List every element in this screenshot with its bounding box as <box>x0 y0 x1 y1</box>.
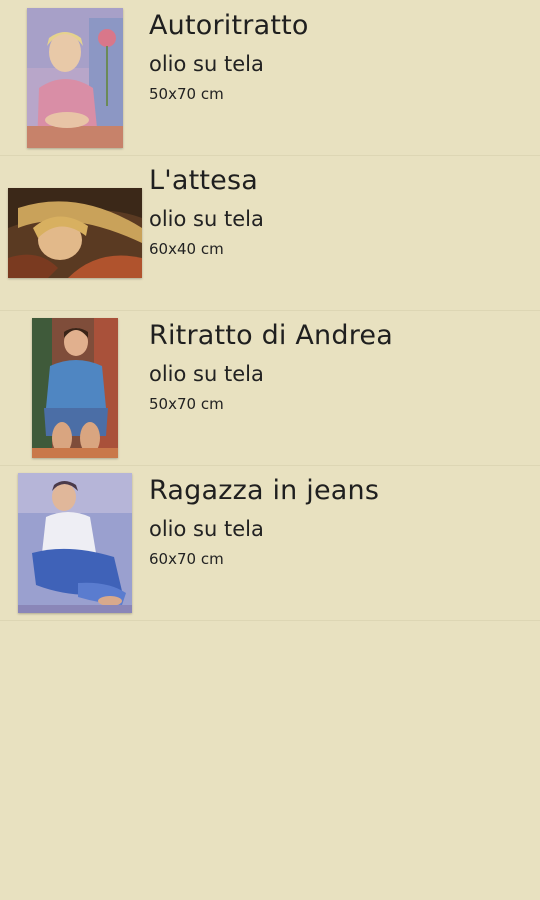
artwork-row-ritratto-di-andrea[interactable]: Ritratto di Andrea olio su tela 50x70 cm <box>0 310 540 466</box>
artwork-thumbnail-ritratto-di-andrea[interactable] <box>32 318 118 458</box>
artwork-size: 50x70 cm <box>149 85 224 103</box>
artwork-size: 60x70 cm <box>149 550 224 568</box>
artwork-thumbnail-autoritratto[interactable] <box>27 8 123 148</box>
artwork-title: Autoritratto <box>149 10 309 41</box>
artwork-medium: olio su tela <box>149 207 264 231</box>
artwork-list: Autoritratto olio su tela 50x70 cm L'att… <box>0 0 540 900</box>
artwork-title: L'attesa <box>149 165 259 196</box>
artwork-size: 60x40 cm <box>149 240 224 258</box>
artwork-row-ragazza-in-jeans[interactable]: Ragazza in jeans olio su tela 60x70 cm <box>0 465 540 621</box>
artwork-row-lattesa[interactable]: L'attesa olio su tela 60x40 cm <box>0 155 540 311</box>
artwork-thumbnail-lattesa[interactable] <box>8 188 142 278</box>
artwork-medium: olio su tela <box>149 362 264 386</box>
artwork-size: 50x70 cm <box>149 395 224 413</box>
artwork-row-autoritratto[interactable]: Autoritratto olio su tela 50x70 cm <box>0 0 540 156</box>
artwork-medium: olio su tela <box>149 517 264 541</box>
artwork-medium: olio su tela <box>149 52 264 76</box>
artwork-title: Ragazza in jeans <box>149 475 380 506</box>
artwork-thumbnail-ragazza-in-jeans[interactable] <box>18 473 132 613</box>
artwork-title: Ritratto di Andrea <box>149 320 393 351</box>
